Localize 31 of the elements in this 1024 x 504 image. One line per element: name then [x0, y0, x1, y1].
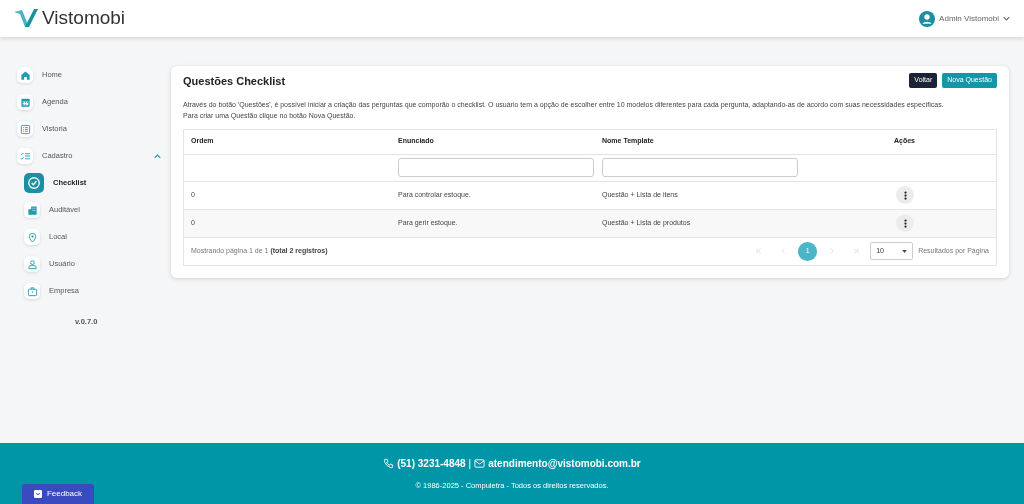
user-menu[interactable]: Admin Vistomobi — [919, 10, 1010, 27]
card-title: Questões Checklist — [183, 74, 286, 89]
user-icon — [26, 258, 38, 270]
feedback-icon — [33, 490, 42, 498]
separator: | — [468, 457, 472, 471]
more-actions-button[interactable] — [896, 186, 914, 204]
list-icon — [19, 123, 31, 135]
logo-icon — [14, 8, 38, 29]
dropdown-icon — [902, 249, 908, 253]
home-icon — [19, 69, 31, 81]
phone-icon — [383, 458, 395, 469]
calendar-icon — [19, 96, 31, 108]
check-circle-icon — [27, 176, 41, 190]
avatar-icon — [919, 10, 936, 27]
kebab-icon — [903, 190, 907, 200]
feedback-button[interactable]: Feedback — [22, 484, 94, 504]
checklist-icon — [19, 150, 31, 162]
next-page-icon[interactable] — [829, 248, 836, 254]
enunciado-filter-field[interactable] — [398, 158, 594, 177]
previous-page-icon[interactable] — [780, 248, 787, 254]
phone-number: (51) 3231-4848 — [397, 457, 466, 471]
briefcase-icon — [26, 285, 38, 297]
more-actions-button[interactable] — [896, 214, 914, 232]
mail-icon — [474, 458, 486, 469]
kebab-icon — [903, 218, 907, 228]
brand-name: Vistomobi — [42, 6, 126, 31]
chevron-down-icon — [1003, 16, 1010, 21]
template-filter-field[interactable] — [602, 158, 798, 177]
location-pin-icon — [26, 231, 38, 243]
email-link[interactable]: atendimento@vistomobi.com.br — [488, 456, 641, 471]
building-icon — [26, 204, 38, 216]
